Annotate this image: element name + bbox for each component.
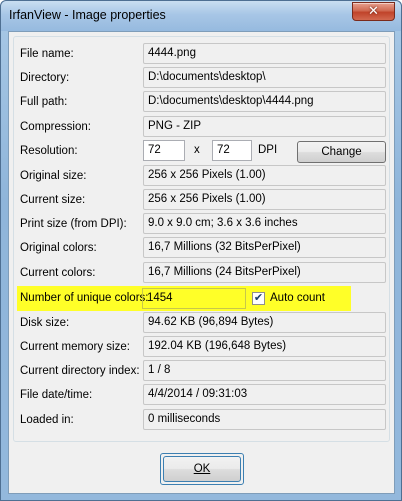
dialog-window: IrfanView - Image properties ✕ File name… (0, 0, 402, 501)
print-size-value[interactable]: 9.0 x 9.0 cm; 3.6 x 3.6 inches (143, 213, 386, 234)
file-name-label: File name: (20, 48, 74, 60)
close-icon: ✕ (368, 4, 379, 19)
unique-colors-value[interactable]: 1454 (142, 288, 246, 309)
memory-size-label: Current memory size: (20, 341, 130, 353)
print-size-label: Print size (from DPI): (20, 218, 127, 230)
original-colors-label: Original colors: (20, 242, 97, 254)
loaded-in-value[interactable]: 0 milliseconds (143, 409, 386, 430)
memory-size-value[interactable]: 192.04 KB (196,648 Bytes) (143, 336, 386, 357)
checkmark-icon: ✔ (253, 291, 264, 304)
auto-count-label[interactable]: Auto count (270, 290, 325, 306)
dpi-x-input[interactable]: 72 (143, 140, 185, 161)
close-button[interactable]: ✕ (352, 2, 395, 21)
unique-colors-label: Number of unique colors: (20, 292, 149, 304)
full-path-label: Full path: (20, 96, 68, 108)
current-size-value[interactable]: 256 x 256 Pixels (1.00) (143, 189, 386, 210)
file-datetime-label: File date/time: (20, 389, 93, 401)
original-size-value[interactable]: 256 x 256 Pixels (1.00) (143, 165, 386, 186)
window-title: IrfanView - Image properties (9, 8, 166, 22)
directory-value[interactable]: D:\documents\desktop\ (143, 67, 386, 88)
loaded-in-label: Loaded in: (20, 414, 74, 426)
original-size-label: Original size: (20, 170, 87, 182)
resolution-label: Resolution: (20, 145, 78, 157)
ok-button[interactable]: OK (163, 456, 241, 482)
compression-value[interactable]: PNG - ZIP (143, 116, 386, 137)
auto-count-checkbox[interactable]: ✔ (252, 291, 265, 305)
title-bar[interactable]: IrfanView - Image properties ✕ (1, 1, 401, 31)
disk-size-value[interactable]: 94.62 KB (96,894 Bytes) (143, 312, 386, 333)
file-datetime-value[interactable]: 4/4/2014 / 09:31:03 (143, 384, 386, 405)
original-colors-value[interactable]: 16,7 Millions (32 BitsPerPixel) (143, 237, 386, 258)
compression-label: Compression: (20, 121, 91, 133)
full-path-value[interactable]: D:\documents\desktop\4444.png (143, 91, 386, 112)
change-button[interactable]: Change (297, 141, 386, 163)
directory-index-label: Current directory index: (20, 365, 140, 377)
directory-label: Directory: (20, 72, 70, 84)
dpi-y-input[interactable]: 72 (212, 140, 252, 161)
directory-index-value[interactable]: 1 / 8 (143, 360, 386, 381)
dpi-unit-label: DPI (258, 144, 278, 156)
current-colors-value[interactable]: 16,7 Millions (24 BitsPerPixel) (143, 262, 386, 283)
current-colors-label: Current colors: (20, 267, 96, 279)
disk-size-label: Disk size: (20, 317, 70, 329)
file-name-value[interactable]: 4444.png (143, 43, 386, 64)
dialog-body: File name: 4444.png Directory: D:\docume… (8, 31, 395, 494)
dpi-separator: x (194, 144, 200, 156)
current-size-label: Current size: (20, 194, 86, 206)
